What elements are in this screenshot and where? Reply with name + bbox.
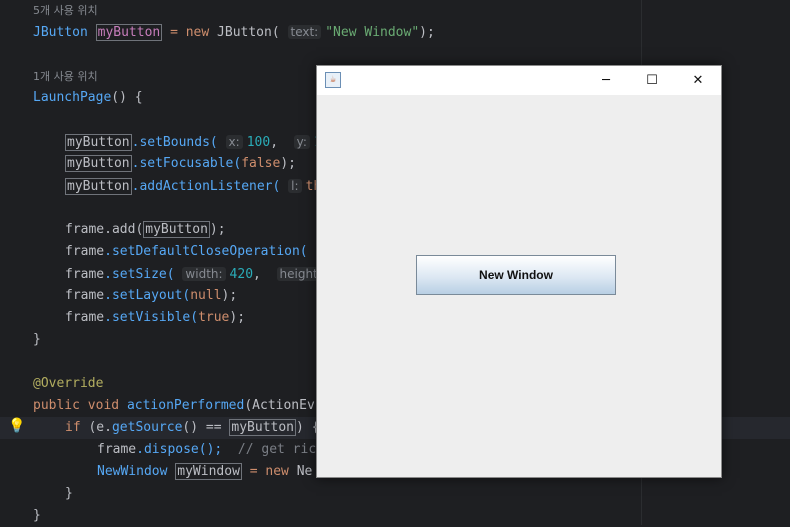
var-mybutton[interactable]: myButton: [65, 178, 132, 195]
method-name: actionPerformed: [126, 398, 245, 413]
code-line-inner-brace[interactable]: }: [65, 483, 73, 505]
code-line-dispose[interactable]: frame.dispose(); // get ric: [97, 439, 316, 461]
call-setlayout: .setLayout(: [104, 288, 191, 303]
param-hint-text: text:: [287, 25, 322, 39]
code-line-actionperformed[interactable]: public void actionPerformed(ActionEv: [33, 395, 315, 417]
code-line-setbounds[interactable]: myButton.setBounds( x:100, y:16: [65, 131, 330, 153]
window-titlebar[interactable]: ☕ ─ ☐ ✕: [317, 66, 721, 95]
java-frame-window[interactable]: ☕ ─ ☐ ✕ New Window: [316, 65, 722, 478]
ctor: Ne: [288, 464, 313, 479]
param-hint-l: l:: [288, 179, 302, 193]
close-button[interactable]: ✕: [675, 66, 721, 95]
comma: ,: [253, 267, 261, 282]
code-line-setlayout[interactable]: frame.setLayout(null);: [65, 285, 237, 307]
ctor-rest: () {: [111, 90, 143, 105]
code-line-setfocusable[interactable]: myButton .setFocusable(false);: [65, 153, 296, 175]
lightbulb-icon[interactable]: 💡: [8, 418, 25, 436]
code-line-constructor[interactable]: LaunchPage() {: [33, 87, 143, 109]
call-addlistener: .addActionListener(: [131, 179, 281, 194]
code-line-setclose[interactable]: frame.setDefaultCloseOperation(: [65, 241, 308, 263]
if-open: (e.: [80, 420, 112, 435]
val-width: 420: [229, 267, 254, 282]
call-setsize: .setSize(: [104, 267, 175, 282]
usage-hint-1[interactable]: 5개 사용 위치: [33, 0, 98, 22]
stmt-end: );: [280, 156, 296, 171]
code-line-field-declaration[interactable]: JButton myButton = new JButton( text: "Ne…: [33, 21, 435, 43]
kw-public: public: [33, 398, 80, 413]
var-mybutton[interactable]: myButton: [65, 155, 132, 172]
call-setfocusable: .setFocusable(: [131, 156, 242, 171]
java-cup-icon: ☕: [325, 72, 341, 88]
code-line-setsize[interactable]: frame.setSize( width: 420, height:: [65, 263, 329, 285]
val-null: null: [190, 288, 222, 303]
call-dispose: .dispose();: [136, 442, 223, 457]
ctor-name: LaunchPage: [33, 90, 112, 105]
op-assign: =: [162, 25, 186, 40]
method-rest: (ActionEv: [244, 398, 315, 413]
code-line-setvisible[interactable]: frame.setVisible(true);: [65, 307, 245, 329]
frame-ref: frame: [65, 288, 105, 303]
param-hint-y: y:: [293, 135, 310, 149]
stmt-end: );: [229, 310, 246, 325]
if-mid: () ==: [182, 420, 230, 435]
kw-new: new: [185, 25, 210, 40]
code-line-addlistener[interactable]: myButton .addActionListener( l: th: [65, 175, 321, 197]
kw-void: void: [87, 398, 120, 413]
val-x: 100: [246, 135, 271, 150]
usage-hint-2[interactable]: 1개 사용 위치: [33, 66, 98, 88]
type-name: JButton: [33, 25, 88, 40]
new-window-button[interactable]: New Window: [416, 255, 616, 295]
code-line-frame-add[interactable]: frame.add(myButton);: [65, 219, 226, 241]
param-hint-width: width:: [182, 267, 226, 281]
type-newwindow: NewWindow: [97, 464, 168, 479]
val-true: true: [198, 310, 230, 325]
call-setclose: .setDefaultCloseOperation(: [104, 244, 308, 259]
comment: // get ric: [222, 442, 317, 457]
comma: ,: [270, 135, 279, 150]
code-line-close-brace[interactable]: }: [33, 329, 41, 351]
stmt-end: );: [209, 222, 226, 237]
frame-ref: frame: [97, 442, 137, 457]
frame-ref: frame: [65, 310, 105, 325]
var-mybutton[interactable]: myButton: [229, 419, 297, 436]
param-hint-x: x:: [225, 135, 243, 149]
val-false: false: [241, 156, 281, 171]
kw-new: new: [265, 464, 289, 479]
code-line-if[interactable]: if (e.getSource() == myButton) {: [65, 417, 320, 439]
var-mybutton[interactable]: myButton: [143, 221, 210, 238]
string-literal: "New Window": [325, 25, 420, 40]
call-getsource: getSource: [111, 420, 183, 435]
code-line-newwindow[interactable]: NewWindow myWindow = new Ne: [97, 461, 312, 483]
frame-ref: frame: [65, 267, 105, 282]
code-line-override[interactable]: @Override: [33, 373, 103, 395]
frame-ref: frame: [65, 244, 105, 259]
ctor: JButton(: [209, 25, 280, 40]
var-mybutton[interactable]: myButton: [95, 24, 163, 41]
code-line-final-brace[interactable]: }: [33, 505, 41, 527]
minimize-button[interactable]: ─: [583, 66, 629, 95]
call-setvisible: .setVisible(: [104, 310, 199, 325]
kw-if: if: [65, 420, 81, 435]
var-mywindow[interactable]: myWindow: [175, 463, 242, 480]
maximize-button[interactable]: ☐: [629, 66, 675, 95]
stmt-end: );: [221, 288, 238, 303]
stmt-end: );: [419, 25, 435, 40]
call-setbounds: .setBounds(: [131, 135, 218, 150]
frame-add: frame.add(: [65, 222, 144, 237]
var-mybutton[interactable]: myButton: [65, 134, 132, 151]
op-assign: =: [241, 464, 266, 479]
